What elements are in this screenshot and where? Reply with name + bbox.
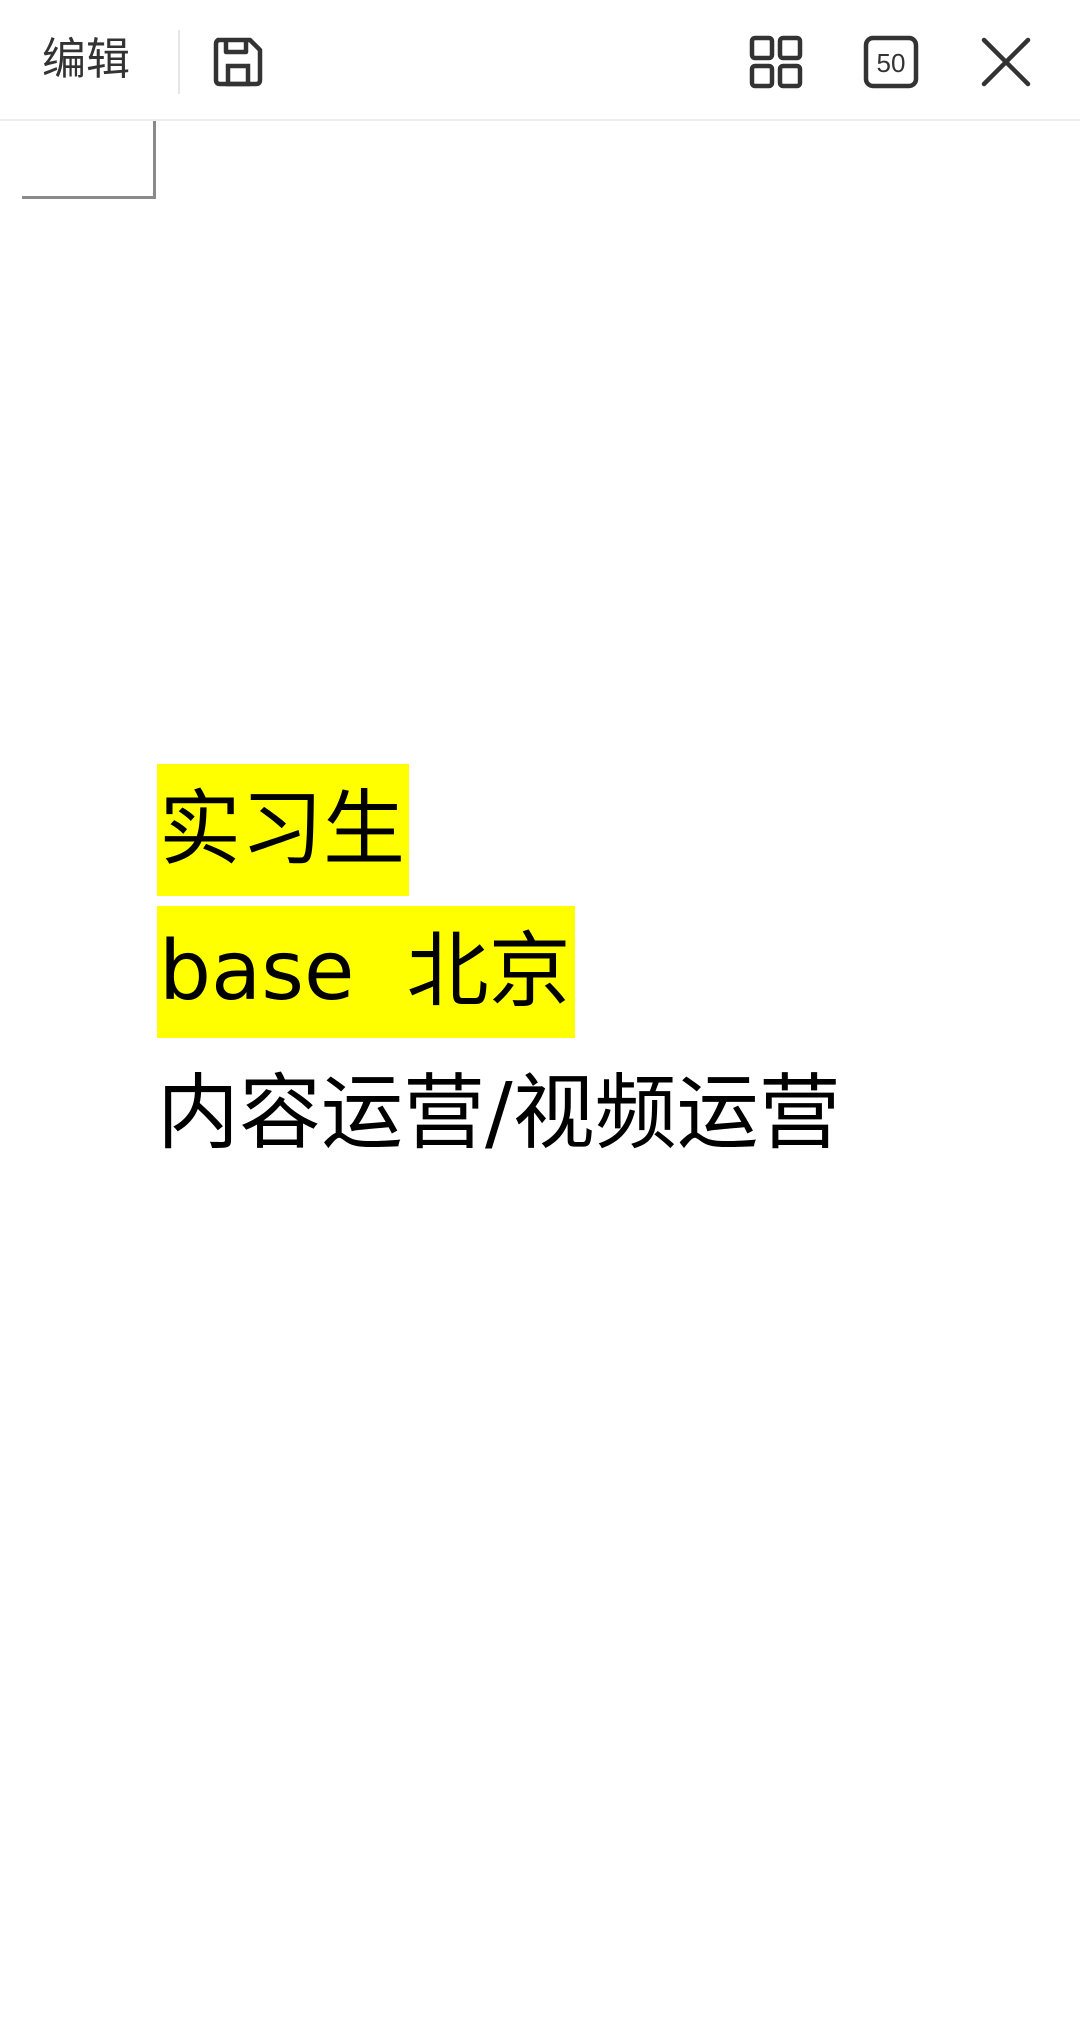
selection-corner-mark <box>22 121 156 199</box>
count-badge-icon: 50 <box>863 35 919 89</box>
grid-view-button[interactable] <box>744 30 808 94</box>
grid-icon <box>749 35 803 89</box>
note-content: 实习生 base 北京 内容运营/视频运营 <box>157 764 841 1190</box>
line-job-type: 内容运营/视频运营 <box>157 1066 841 1161</box>
top-toolbar: 编辑 50 <box>0 0 1080 121</box>
highlighted-line-position: 实习生 <box>157 764 410 896</box>
highlighted-line-location: base 北京 <box>157 906 575 1038</box>
save-button[interactable] <box>206 30 270 94</box>
count-label: 50 <box>877 48 906 78</box>
save-icon <box>213 37 263 87</box>
count-button[interactable]: 50 <box>859 30 923 94</box>
close-button[interactable] <box>974 30 1038 94</box>
close-icon <box>981 37 1031 87</box>
edit-button[interactable]: 编辑 <box>42 30 130 90</box>
toolbar-divider <box>178 30 180 94</box>
